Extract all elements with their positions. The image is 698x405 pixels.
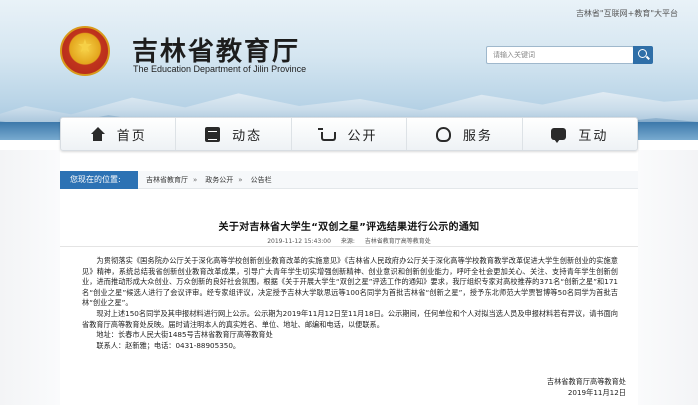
national-emblem-icon: ★ (60, 26, 110, 76)
main-nav: 首页 动态 公开 服务 互动 (60, 117, 638, 151)
nav-item-service[interactable]: 服务 (407, 118, 523, 150)
nav-item-news[interactable]: 动态 (176, 118, 292, 150)
nav-item-interact[interactable]: 互动 (523, 118, 637, 150)
breadcrumb-separator: » (238, 175, 243, 184)
article-source-label: 来源: (340, 238, 355, 245)
divider (60, 246, 638, 247)
article-content: 您现在的位置: 吉林省教育厅 » 政务公开 » 公告栏 关于对吉林省大学生“双创… (60, 168, 638, 405)
breadcrumb-item[interactable]: 政务公开 (205, 175, 233, 185)
article-paragraph: 联系人：赵新雅；电话：0431-88905350。 (96, 340, 241, 350)
breadcrumb-separator: » (193, 175, 198, 184)
home-icon (90, 126, 105, 142)
article-date: 2019-11-12 15:43:00 (267, 238, 331, 245)
article-meta: 2019-11-12 15:43:00 来源: 吉林省教育厅高等教育处 (60, 236, 638, 245)
article-body: 为贯彻落实《国务院办公厅关于深化高等学校创新创业教育改革的实施意见》《吉林省人民… (82, 256, 618, 351)
right-margin (638, 150, 698, 405)
site-title[interactable]: 吉林省教育厅 (132, 31, 300, 68)
news-icon (205, 126, 221, 142)
search-input[interactable]: 请输入关键词 (486, 46, 634, 64)
article-paragraph: 现对上述150名同学及其申报材料进行网上公示。公示期为2019年11月12日至1… (82, 308, 618, 329)
nav-item-public[interactable]: 公开 (292, 118, 408, 150)
article-signature: 吉林省教育厅高等教育处 2019年11月12日 (547, 377, 626, 398)
nav-item-home[interactable]: 首页 (61, 118, 177, 150)
site-subtitle: The Education Department of Jilin Provin… (133, 64, 307, 74)
nav-item-label: 动态 (232, 128, 263, 144)
search-icon[interactable] (633, 46, 653, 64)
internet-education-platform-link[interactable]: 吉林省"互联网+教育"大平台 (576, 8, 678, 19)
signature-date: 2019年11月12日 (567, 387, 626, 397)
nav-item-label: 服务 (462, 128, 493, 144)
nav-item-label: 互动 (578, 128, 609, 144)
cart-icon (317, 127, 336, 141)
nav-item-label: 首页 (116, 128, 147, 144)
article-title: 关于对吉林省大学生“双创之星”评选结果进行公示的通知 (218, 222, 480, 233)
article-paragraph: 地址：长春市人民大街1485号吉林省教育厅高等教育处 (96, 330, 273, 340)
article-dept: 吉林省教育厅高等教育处 (364, 238, 431, 245)
nav-item-label: 公开 (347, 128, 378, 144)
chat-icon (551, 128, 567, 143)
breadcrumb-item[interactable]: 公告栏 (251, 175, 272, 185)
signature-dept: 吉林省教育厅高等教育处 (546, 377, 626, 386)
article-paragraph: 为贯彻落实《国务院办公厅关于深化高等学校创新创业教育改革的实施意见》《吉林省人民… (82, 256, 618, 308)
left-margin (0, 150, 60, 405)
breadcrumb-here-label: 您现在的位置: (60, 170, 138, 189)
breadcrumb: 您现在的位置: 吉林省教育厅 » 政务公开 » 公告栏 (60, 170, 638, 189)
handshake-icon (435, 126, 451, 142)
breadcrumb-item[interactable]: 吉林省教育厅 (146, 175, 188, 185)
